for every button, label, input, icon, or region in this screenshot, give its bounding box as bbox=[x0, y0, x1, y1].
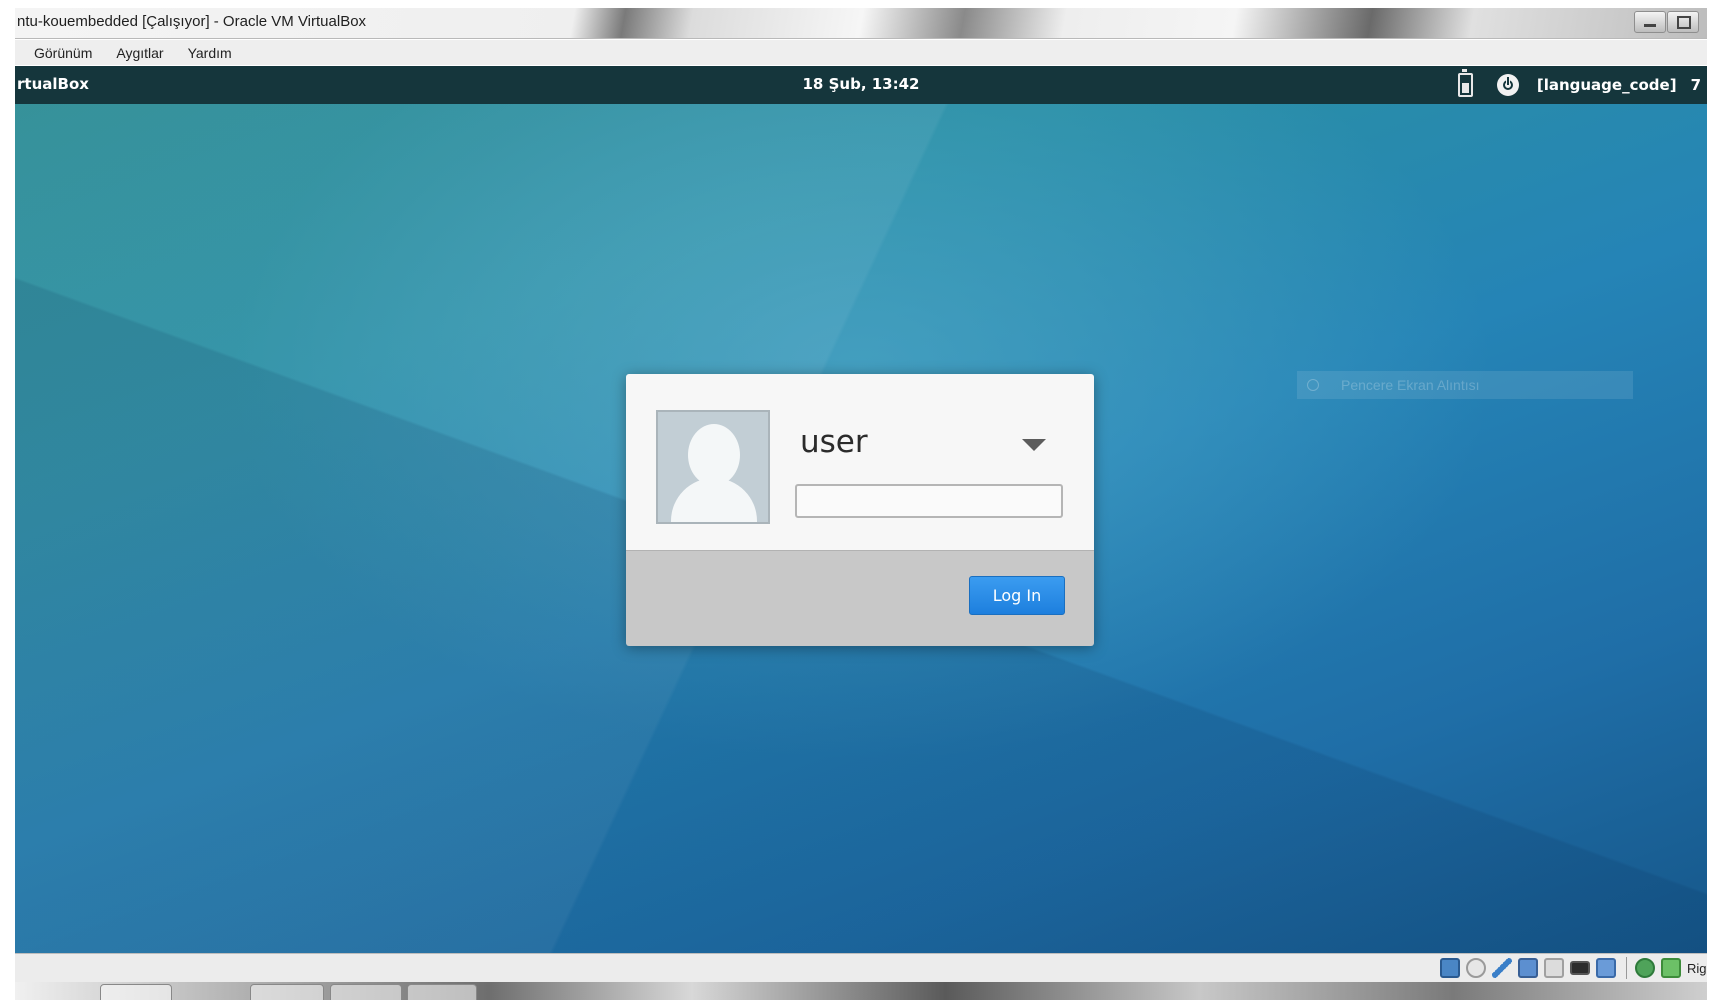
battery-icon[interactable] bbox=[1457, 69, 1473, 97]
ghost-notification-text: Pencere Ekran Alıntısı bbox=[1341, 377, 1480, 393]
username-label[interactable]: user bbox=[800, 424, 868, 460]
panel-indicators: [language_code] 7 bbox=[1457, 69, 1701, 98]
avatar-shoulders bbox=[671, 478, 757, 522]
language-indicator[interactable]: [language_code] bbox=[1537, 76, 1677, 94]
display-icon[interactable] bbox=[1570, 961, 1590, 975]
globe-icon[interactable] bbox=[1635, 958, 1655, 978]
login-dialog-body: user bbox=[626, 374, 1094, 550]
window-titlebar[interactable]: ntu-kouembedded [Çalışıyor] - Oracle VM … bbox=[15, 8, 1707, 39]
optical-drive-icon[interactable] bbox=[1466, 958, 1486, 978]
status-icons: Rig bbox=[1440, 957, 1707, 979]
panel-overflow: 7 bbox=[1690, 76, 1701, 94]
window-title: ntu-kouembedded [Çalışıyor] - Oracle VM … bbox=[17, 13, 367, 30]
ghost-notification: Pencere Ekran Alıntısı bbox=[1297, 371, 1633, 399]
guest-screen: rtualBox 18 Şub, 13:42 [language_code] 7… bbox=[15, 66, 1707, 953]
network-icon[interactable] bbox=[1518, 958, 1538, 978]
host-key-label: Rig bbox=[1687, 960, 1707, 976]
maximize-button[interactable] bbox=[1667, 11, 1699, 33]
menu-devices[interactable]: Aygıtlar bbox=[113, 45, 166, 61]
user-dropdown-icon[interactable] bbox=[1022, 439, 1046, 451]
taskbar-button[interactable] bbox=[250, 984, 324, 1000]
minimize-button[interactable] bbox=[1634, 11, 1666, 33]
vbox-status-bar: Rig bbox=[15, 953, 1707, 982]
usb-pencil-icon[interactable] bbox=[1492, 958, 1512, 978]
host-key-arrow-icon[interactable] bbox=[1661, 958, 1681, 978]
taskbar-button[interactable] bbox=[330, 984, 402, 1000]
password-input[interactable] bbox=[795, 484, 1063, 518]
menu-help[interactable]: Yardım bbox=[185, 45, 235, 61]
status-separator bbox=[1626, 957, 1627, 979]
hard-disk-icon[interactable] bbox=[1440, 958, 1460, 978]
window-controls bbox=[1633, 11, 1699, 33]
panel-clock[interactable]: 18 Şub, 13:42 bbox=[15, 75, 1707, 93]
avatar-head bbox=[688, 424, 740, 486]
taskbar-button[interactable] bbox=[100, 984, 172, 1000]
shared-folder-icon[interactable] bbox=[1544, 958, 1564, 978]
host-taskbar bbox=[15, 982, 1707, 1000]
login-dialog: user Log In bbox=[626, 374, 1094, 646]
notification-icon bbox=[1307, 379, 1319, 391]
power-icon[interactable] bbox=[1496, 74, 1519, 96]
top-panel: rtualBox 18 Şub, 13:42 [language_code] 7 bbox=[15, 66, 1707, 104]
menu-view[interactable]: Görünüm bbox=[31, 45, 95, 61]
menubar: Görünüm Aygıtlar Yardım bbox=[15, 40, 1707, 65]
login-button[interactable]: Log In bbox=[969, 576, 1065, 615]
user-avatar-icon bbox=[656, 410, 770, 524]
video-capture-icon[interactable] bbox=[1596, 958, 1616, 978]
taskbar-button[interactable] bbox=[407, 984, 477, 1000]
